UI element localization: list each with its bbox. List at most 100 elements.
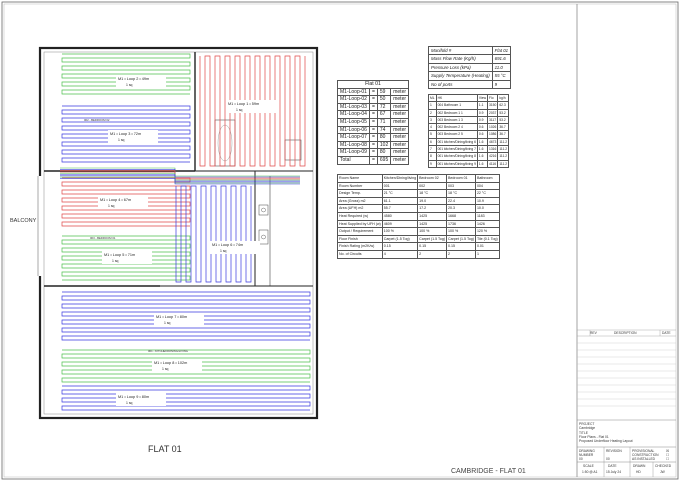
- outputs-row-cell: 003 Bedroom 1 3: [435, 115, 478, 125]
- loop-length-row-cell: 102: [376, 140, 392, 150]
- manifold-row-cell: Flat 01: [491, 45, 512, 56]
- outputs-row-cell: 1.6: [476, 137, 489, 147]
- loop-length-row-cell: M1-Loop-04: [337, 110, 370, 119]
- outputs-row-cell: 001 kitchen/Dining/living 7: [435, 145, 478, 154]
- room-row-cell: 22 °C: [474, 189, 500, 198]
- outputs-row-cell: 36.7: [497, 123, 510, 132]
- room-row: Output / Requirement 100 % 100 % 100 % 120 %: [337, 227, 500, 236]
- loop-length-row-cell: =: [368, 140, 378, 150]
- outputs-row-cell: 0.6: [476, 123, 489, 132]
- loop-length-row-cell: =: [368, 87, 378, 97]
- loop-length-row-cell: meter: [390, 140, 410, 150]
- loop-length-row-cell: M1-Loop-09: [337, 148, 370, 157]
- room-row-cell: Tile (0.1 Tog): [474, 234, 500, 244]
- loop-length-row: M1-Loop-08 = 102 meter: [337, 140, 410, 150]
- loop-area: 1 sq: [162, 367, 169, 371]
- wc: [284, 139, 302, 161]
- room-row-cell: No. of Circuits: [337, 249, 383, 259]
- outputs-row-cell: 4116: [486, 159, 499, 168]
- flat-plan: M1 • Loop 2 • 49m 1 sq M1 • Loop 3 • 72m 1 …: [37, 46, 319, 420]
- room-row-cell: 003: [446, 181, 476, 191]
- loop-length-row-cell: 74: [376, 125, 392, 135]
- loop-length-row-cell: =: [368, 148, 378, 157]
- room-row-cell: Area (UFH) m2: [337, 204, 383, 213]
- room-row-cell: 18 °C: [446, 189, 476, 198]
- loop-label: M1 • Loop 2 • 49m: [118, 77, 149, 81]
- outputs-row: 9 001 kitchen/Dining/living 9 1.6 4116 111.2: [428, 159, 510, 168]
- status-as-installed-checkbox: ☐: [666, 457, 669, 461]
- outputs-row: 7 001 kitchen/Dining/living 7 1.6 1316 111.2: [428, 145, 510, 154]
- room-row-cell: 20.3: [446, 204, 476, 213]
- outputs-row-cell: 002 Bedroom 1 1: [435, 108, 478, 117]
- room-row-cell: Output / Requirement: [337, 227, 383, 236]
- loop-lengths-table: Flat 01 M1-Loop-01 = 59 meter M1-Loop-02 = 50 m…: [336, 80, 410, 165]
- outputs-row-cell: 003 Bedroom 2 5: [435, 130, 478, 139]
- loop-length-row-cell: M1-Loop-06: [337, 125, 370, 135]
- room-row-cell: 10.0: [474, 204, 500, 213]
- outputs-row-cell: 6: [428, 137, 437, 147]
- loop-length-row-cell: 80: [376, 148, 392, 157]
- outputs-row-cell: 1026: [486, 123, 499, 132]
- outputs-row-cell: ML: [428, 93, 437, 103]
- loop-length-row-cell: M1-Loop-08: [337, 140, 370, 150]
- room-row-cell: Finish Rating (m2K/w): [337, 242, 383, 251]
- manifold-row: Supply Temperature (Heating) 55 °C: [428, 71, 512, 81]
- loop-length-row-cell: meter: [390, 155, 410, 165]
- manifold-row: No of ports 9: [428, 79, 512, 90]
- room-tag: 002 - BEDROOM 02: [84, 118, 110, 122]
- loop-area: 1 sq: [126, 401, 133, 405]
- outputs-row: 4 002 Bedroom 2 4 0.6 1026 36.7: [428, 123, 510, 132]
- loop-length-row-cell: =: [368, 155, 378, 165]
- outputs-row-cell: 1.6: [476, 152, 489, 161]
- outputs-row-cell: 001 kitchen/Dining/living 6: [435, 137, 478, 147]
- manifold-row-cell: Manifold #: [428, 45, 493, 56]
- loop-area: 1 sq: [108, 204, 115, 208]
- outputs-row-cell: 1.1: [476, 101, 489, 110]
- loop-outputs-table: ML HK View Flo kg/h 1 004 Bathroom 1 1.1 3150 62.…: [428, 93, 510, 168]
- outputs-row: 2 002 Bedroom 1 1 0.9 2037 53.2: [428, 108, 510, 117]
- outputs-row-cell: 53.2: [497, 108, 510, 117]
- room-row-cell: Carpet (1.5 Tog): [446, 234, 476, 244]
- room-row-cell: 21 °C: [381, 189, 419, 198]
- outputs-row-cell: 8: [428, 152, 437, 161]
- room-row-cell: 17.2: [417, 204, 448, 213]
- loop-length-row: M1-Loop-07 = 80 meter: [337, 133, 410, 142]
- scale-label: SCALE: [583, 464, 594, 468]
- room-row-cell: 4609: [381, 219, 419, 229]
- manifold-row: Manifold # Flat 01: [428, 45, 512, 56]
- outputs-row-cell: 4673: [486, 137, 499, 147]
- loop-length-row-cell: meter: [390, 125, 410, 135]
- outputs-row-cell: 111.2: [497, 137, 510, 147]
- drawing-number-value: 00: [579, 457, 583, 461]
- room-row-cell: 100 %: [381, 227, 419, 236]
- manifold-row-cell: 55 °C: [491, 71, 512, 81]
- heating-loop-9: [61, 385, 311, 411]
- loop-length-row-cell: meter: [390, 95, 410, 104]
- outputs-row-cell: 1086: [486, 130, 499, 139]
- room-row-cell: 001: [381, 181, 419, 191]
- loop-label: M1 • Loop 9 • 80m: [118, 395, 149, 399]
- room-row-cell: 19.0: [417, 196, 448, 206]
- loop-length-row-cell: 72: [376, 102, 392, 112]
- room-row-cell: 18 °C: [417, 189, 448, 198]
- outputs-row-cell: 111.2: [497, 152, 510, 161]
- room-row-cell: 0.15: [417, 242, 448, 251]
- room-row: Room Number 001 002 003 004: [337, 181, 500, 191]
- manifold-row: Mass Flow Rate (Kg/h) 691.6: [428, 54, 512, 64]
- outputs-row: 6 001 kitchen/Dining/living 6 1.6 4673 111.2: [428, 137, 510, 147]
- sheet-label: CAMBRIDGE - FLAT 01: [451, 468, 526, 475]
- loop-label: M1 • Loop 7 • 80m: [156, 315, 187, 319]
- room-row-cell: Heat Supplied by UFH (w): [337, 219, 383, 229]
- outputs-row: 8 001 kitchen/Dining/living 8 1.6 4216 111.2: [428, 152, 510, 161]
- room-row-cell: 1183: [474, 211, 500, 221]
- outputs-row-cell: 36.7: [497, 130, 510, 139]
- loop-length-row-cell: 695: [376, 155, 392, 165]
- outputs-row-cell: 62.3: [497, 101, 510, 110]
- revision-value: 00: [606, 457, 610, 461]
- loop-length-row-cell: 71: [376, 117, 392, 127]
- loop-length-row-cell: =: [368, 110, 378, 119]
- room-row-cell: Carpet (1.5 Tog): [381, 234, 419, 244]
- loop-length-row: M1-Loop-06 = 74 meter: [337, 125, 410, 135]
- manifold-row-cell: No of ports: [428, 79, 493, 90]
- room-row: Heat Required (w) 4580 1425 1668 1183: [337, 211, 500, 221]
